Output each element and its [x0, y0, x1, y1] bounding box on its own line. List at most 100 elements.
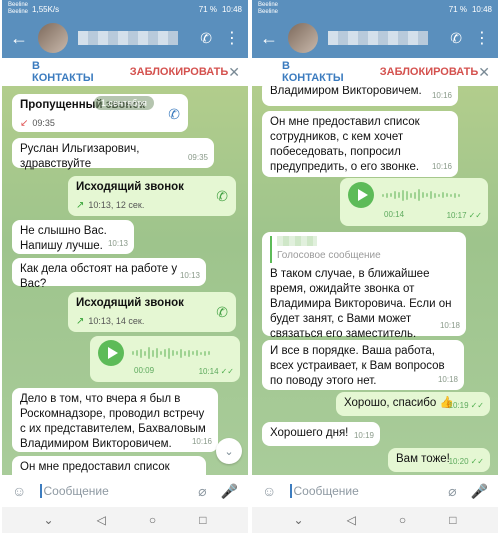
chat-area[interactable]: Пропущенный звонок ↙ 09:35 ✆ 1 сентября Р…	[2, 86, 248, 475]
phone-icon[interactable]: ✆	[200, 30, 212, 47]
quoted-text: Голосовое сообщение	[277, 250, 381, 261]
read-checkmark-icon: ✓✓	[468, 211, 482, 220]
incoming-message[interactable]: Не слышно Вас. Напишу лучше. 10:13	[12, 220, 134, 254]
contact-action-bar: В КОНТАКТЫ ЗАБЛОКИРОВАТЬ ✕	[252, 58, 498, 86]
scroll-down-button[interactable]: ⌄	[216, 438, 242, 464]
message-time: 10:19	[448, 401, 469, 410]
system-nav-bar: ⌄ ◁ ○ □	[252, 507, 498, 533]
play-icon[interactable]	[348, 182, 374, 208]
back-arrow-icon[interactable]: ←	[260, 28, 282, 49]
phone-icon[interactable]: ✆	[168, 107, 180, 122]
incoming-message[interactable]: Как дела обстоят на работе у Вас? 10:13	[12, 258, 206, 290]
left-screenshot: Beeline Beeline 1,55K/s 71 % 10:48 ← ✆ ⋮ …	[2, 0, 248, 533]
carrier-label: Beeline	[8, 2, 29, 8]
contact-action-bar: В КОНТАКТЫ ЗАБЛОКИРОВАТЬ ✕	[2, 58, 248, 86]
call-title: Исходящий звонок	[76, 181, 184, 193]
chat-header: ← ✆ ⋮	[252, 18, 498, 58]
message-text: Как дела обстоят на работе у Вас?	[20, 263, 178, 290]
message-text: Вам тоже!	[396, 453, 450, 465]
system-nav-bar: ⌄ ◁ ○ □	[2, 507, 248, 533]
blurred-contact-name[interactable]	[328, 31, 428, 45]
reply-message[interactable]: Голосовое сообщение В таком случае, в бл…	[262, 232, 466, 355]
incoming-message[interactable]: Руслан Ильгизарович, здравствуйте 09:35	[12, 138, 214, 170]
waveform[interactable]	[382, 187, 460, 203]
outgoing-call-message[interactable]: Исходящий звонок ↗ 10:13, 14 сек. ✆	[68, 292, 236, 332]
incoming-message[interactable]: Владимиром Викторовичем. 10:16	[262, 86, 458, 106]
nav-down-icon[interactable]: ⌄	[294, 513, 304, 527]
incoming-message[interactable]: Дело в том, что вчера я был в Роскомнадз…	[12, 388, 218, 452]
attach-icon[interactable]: ⌀	[198, 483, 206, 500]
read-checkmark-icon: ✓✓	[220, 367, 234, 376]
outgoing-arrow-icon: ↗	[76, 316, 85, 327]
message-time: 10:14	[198, 367, 219, 376]
add-to-contacts-button[interactable]: В КОНТАКТЫ	[32, 60, 95, 84]
outgoing-message[interactable]: Вам тоже! 10:20 ✓✓	[388, 448, 490, 472]
back-arrow-icon[interactable]: ←	[10, 28, 32, 49]
reply-quote[interactable]: Голосовое сообщение	[270, 236, 458, 263]
message-time: 10:16	[431, 91, 452, 100]
recents-square-icon[interactable]: □	[449, 513, 456, 527]
more-vert-icon[interactable]: ⋮	[474, 28, 490, 48]
waveform[interactable]	[132, 345, 210, 361]
message-input-bar: ☺ Сообщение ⌀ 🎤	[252, 475, 498, 507]
message-text: Он мне предоставил список сотрудников, с…	[270, 116, 420, 173]
battery-level: 71 %	[448, 4, 467, 14]
add-to-contacts-button[interactable]: В КОНТАКТЫ	[282, 60, 345, 84]
outgoing-message[interactable]: Хорошо, спасибо 👍 10:19 ✓✓	[336, 392, 490, 416]
microphone-icon[interactable]: 🎤	[221, 483, 238, 500]
home-circle-icon[interactable]: ○	[399, 513, 406, 527]
message-text: И все в порядке. Ваша работа, всех устра…	[270, 345, 445, 387]
emoji-icon[interactable]: ☺	[262, 483, 284, 499]
status-bar: Beeline Beeline 1,55K/s 71 % 10:48	[2, 0, 248, 18]
home-circle-icon[interactable]: ○	[149, 513, 156, 527]
microphone-icon[interactable]: 🎤	[471, 483, 488, 500]
date-badge: 1 сентября	[94, 96, 154, 110]
battery-level: 71 %	[198, 4, 217, 14]
close-icon[interactable]: ✕	[228, 64, 240, 81]
phone-icon[interactable]: ✆	[216, 189, 228, 204]
incoming-message[interactable]: Он мне предоставил список	[12, 456, 206, 475]
message-time: 10:18	[437, 375, 458, 384]
back-triangle-icon[interactable]: ◁	[97, 513, 106, 527]
carrier-label: Beeline	[258, 2, 279, 8]
message-input[interactable]: Сообщение	[294, 484, 359, 498]
message-text: Владимиром Викторовичем.	[270, 86, 422, 97]
message-text: Он мне предоставил список	[20, 461, 170, 473]
message-time: 10:16	[191, 437, 212, 446]
call-detail: 10:13, 14 сек.	[88, 316, 145, 326]
incoming-message[interactable]: Он мне предоставил список сотрудников, с…	[262, 111, 458, 177]
incoming-message[interactable]: Хорошего дня! 10:19	[262, 422, 380, 446]
message-time: 10:19	[353, 431, 374, 440]
recents-square-icon[interactable]: □	[199, 513, 206, 527]
blurred-contact-name[interactable]	[78, 31, 178, 45]
clock: 10:48	[471, 4, 492, 14]
attach-icon[interactable]: ⌀	[448, 483, 456, 500]
message-input[interactable]: Сообщение	[44, 484, 109, 498]
outgoing-call-message[interactable]: Исходящий звонок ↗ 10:13, 12 сек. ✆	[68, 176, 236, 216]
close-icon[interactable]: ✕	[478, 64, 490, 81]
blurred-sender-name	[277, 236, 317, 246]
emoji-icon[interactable]: ☺	[12, 483, 34, 499]
incoming-message[interactable]: И все в порядке. Ваша работа, всех устра…	[262, 340, 464, 390]
block-button[interactable]: ЗАБЛОКИРОВАТЬ	[130, 66, 229, 78]
text-cursor	[40, 484, 42, 498]
chat-area[interactable]: Владимиром Викторовичем. 10:16 Он мне пр…	[252, 86, 498, 475]
voice-duration: 00:09	[134, 366, 155, 375]
avatar[interactable]	[288, 23, 318, 53]
chat-header: ← ✆ ⋮	[2, 18, 248, 58]
voice-message[interactable]: 00:14 10:17 ✓✓	[340, 178, 488, 226]
voice-message[interactable]: 00:09 10:14 ✓✓	[90, 336, 240, 382]
message-time: 10:13	[179, 271, 200, 280]
text-cursor	[290, 484, 292, 498]
message-text: Руслан Ильгизарович, здравствуйте	[20, 143, 140, 170]
message-text: Хорошего дня!	[270, 427, 349, 439]
more-vert-icon[interactable]: ⋮	[224, 28, 240, 48]
avatar[interactable]	[38, 23, 68, 53]
nav-down-icon[interactable]: ⌄	[44, 513, 54, 527]
message-time: 10:18	[439, 321, 460, 330]
block-button[interactable]: ЗАБЛОКИРОВАТЬ	[380, 66, 479, 78]
phone-icon[interactable]: ✆	[216, 305, 228, 320]
phone-icon[interactable]: ✆	[450, 30, 462, 47]
back-triangle-icon[interactable]: ◁	[347, 513, 356, 527]
play-icon[interactable]	[98, 340, 124, 366]
